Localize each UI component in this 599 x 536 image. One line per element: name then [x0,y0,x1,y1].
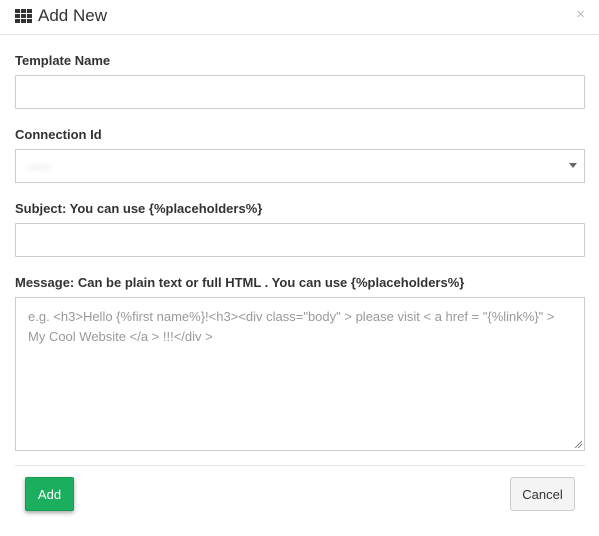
chevron-down-icon [569,163,577,168]
subject-label: Subject: You can use {%placeholders%} [15,201,263,216]
close-icon[interactable]: × [576,7,585,22]
template-name-input[interactable] [15,75,585,109]
template-name-label: Template Name [15,53,111,68]
modal-header: Add New × [0,0,599,35]
message-placeholder: e.g. <h3>Hello {%first name%}!<h3><div c… [28,309,555,344]
modal-title: Add New [38,6,107,25]
connection-id-select[interactable]: ----- [15,149,585,183]
connection-id-value: ----- [28,159,50,174]
subject-input[interactable] [15,223,585,257]
message-label: Message: Can be plain text or full HTML … [15,275,465,290]
connection-id-label: Connection Id [15,127,102,142]
cancel-button[interactable]: Cancel [510,477,575,511]
resize-handle-icon[interactable] [574,440,582,448]
modal-title-group: Add New [15,6,107,26]
add-button[interactable]: Add [25,477,74,511]
footer-divider [15,465,585,466]
grid-icon [15,9,32,23]
message-textarea[interactable]: e.g. <h3>Hello {%first name%}!<h3><div c… [15,297,585,451]
